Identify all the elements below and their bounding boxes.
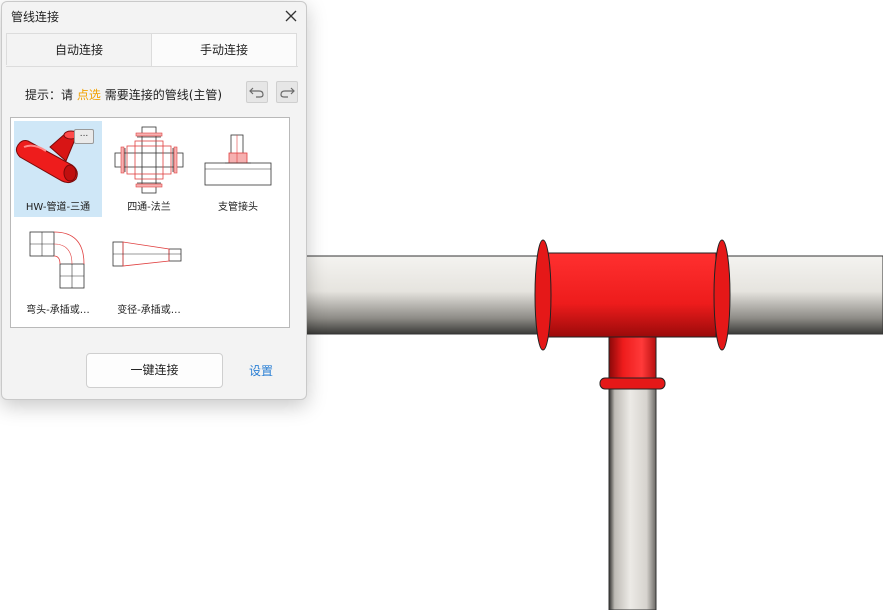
hint-text: 提示：请 点选 需要连接的管线(主管) xyxy=(25,86,222,103)
undo-button[interactable] xyxy=(246,81,268,103)
elbow-icon xyxy=(29,231,85,289)
hint-action: 点选 xyxy=(76,88,101,102)
undo-icon xyxy=(249,87,264,98)
tab-auto-connect[interactable]: 自动连接 xyxy=(6,33,152,65)
settings-link[interactable]: 设置 xyxy=(249,362,273,379)
more-options-button[interactable]: ... xyxy=(74,129,94,144)
hint-prefix: 提示：请 xyxy=(25,88,74,102)
dialog-titlebar[interactable]: 管线连接 xyxy=(2,2,306,30)
fitting-gallery: ... HW-管道-三通 四通-法兰 支管接头 弯头-承插或… 变径-承插或… xyxy=(10,117,290,328)
one-click-connect-button[interactable]: 一键连接 xyxy=(86,353,223,388)
gallery-item-elbow[interactable]: 弯头-承插或… xyxy=(14,224,102,320)
tee-fitting[interactable] xyxy=(534,239,731,390)
pipe-connect-dialog: 管线连接 自动连接 手动连接 提示：请 点选 需要连接的管线(主管) ... H… xyxy=(1,1,307,400)
gallery-item-label: HW-管道-三通 xyxy=(25,202,91,213)
gallery-item-label: 弯头-承插或… xyxy=(26,305,90,316)
gallery-item-reducer[interactable]: 变径-承插或… xyxy=(105,224,193,320)
gallery-item-label: 支管接头 xyxy=(218,202,258,213)
gallery-item-cross-flange[interactable]: 四通-法兰 xyxy=(105,121,193,217)
redo-button[interactable] xyxy=(276,81,298,103)
cross-flange-icon xyxy=(114,126,184,194)
branch-pipe xyxy=(608,385,657,610)
hint-suffix: 需要连接的管线(主管) xyxy=(104,88,223,102)
tab-bar: 自动连接 手动连接 xyxy=(6,33,298,67)
gallery-item-tee[interactable]: ... HW-管道-三通 xyxy=(14,121,102,217)
close-icon[interactable] xyxy=(280,5,302,27)
branch-joint-icon xyxy=(204,134,272,186)
dialog-title: 管线连接 xyxy=(11,10,60,24)
redo-icon xyxy=(280,87,295,98)
tab-manual-connect[interactable]: 手动连接 xyxy=(151,33,297,66)
gallery-item-label: 四通-法兰 xyxy=(127,202,171,213)
gallery-item-branch-joint[interactable]: 支管接头 xyxy=(194,121,282,217)
reducer-icon xyxy=(112,241,182,267)
gallery-item-label: 变径-承插或… xyxy=(117,305,181,316)
